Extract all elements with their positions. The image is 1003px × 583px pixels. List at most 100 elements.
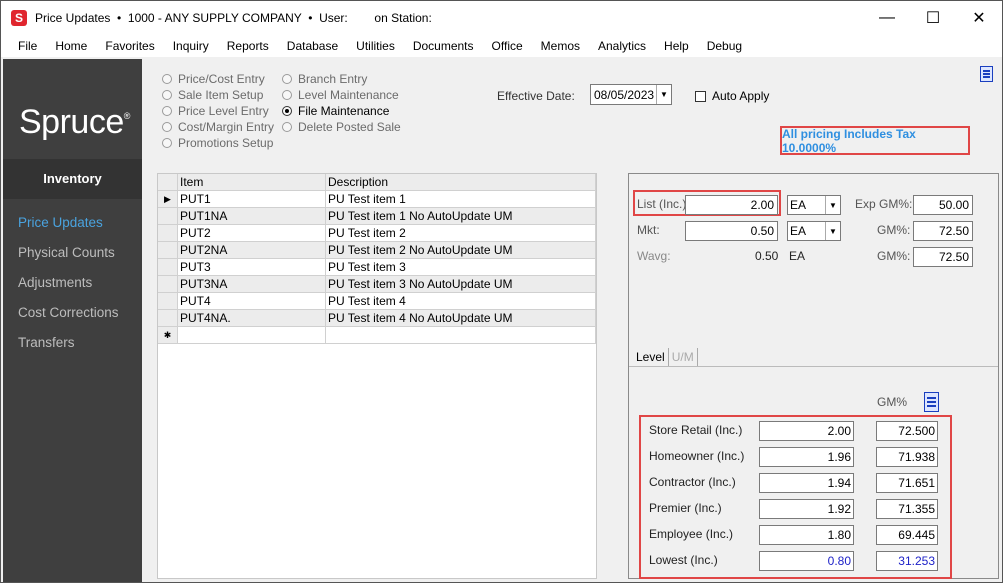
- table-row[interactable]: PUT4NA. PU Test item 4 No AutoUpdate UM: [158, 310, 596, 327]
- chevron-down-icon[interactable]: ▼: [825, 222, 840, 240]
- auto-apply-label: Auto Apply: [712, 89, 770, 103]
- description-cell[interactable]: PU Test item 1 No AutoUpdate UM: [326, 208, 596, 225]
- menu-file[interactable]: File: [9, 39, 46, 53]
- level-price-premier[interactable]: 1.92: [759, 499, 854, 519]
- level-label-store-retail: Store Retail (Inc.): [649, 423, 743, 437]
- items-grid[interactable]: Item Description ▶ PUT1 PU Test item 1 P…: [157, 173, 597, 579]
- row-header-cell: [158, 242, 178, 259]
- window-title: Price Updates • 1000 - ANY SUPPLY COMPAN…: [35, 11, 432, 25]
- column-header-item[interactable]: Item: [178, 174, 326, 191]
- options-menu-icon[interactable]: [980, 66, 993, 82]
- item-cell[interactable]: PUT4: [178, 293, 326, 310]
- radio-sale-item-setup[interactable]: Sale Item Setup: [162, 88, 263, 102]
- radio-price-level-entry[interactable]: Price Level Entry: [162, 104, 269, 118]
- level-gm-premier[interactable]: 71.355: [876, 499, 938, 519]
- level-price-lowest[interactable]: 0.80: [759, 551, 854, 571]
- description-cell[interactable]: PU Test item 2 No AutoUpdate UM: [326, 242, 596, 259]
- maximize-button[interactable]: ☐: [910, 1, 956, 35]
- table-row[interactable]: PUT4 PU Test item 4: [158, 293, 596, 310]
- menu-reports[interactable]: Reports: [218, 39, 278, 53]
- mkt-price-input[interactable]: 0.50: [685, 221, 778, 241]
- radio-circle: [162, 122, 172, 132]
- item-cell[interactable]: PUT2NA: [178, 242, 326, 259]
- menu-debug[interactable]: Debug: [698, 39, 751, 53]
- radio-circle: [282, 74, 292, 84]
- chevron-down-icon[interactable]: ▼: [656, 85, 671, 104]
- item-cell[interactable]: [178, 327, 326, 344]
- level-price-employee[interactable]: 1.80: [759, 525, 854, 545]
- menu-documents[interactable]: Documents: [404, 39, 483, 53]
- registered-mark: ®: [123, 111, 131, 121]
- level-gm-lowest[interactable]: 31.253: [876, 551, 938, 571]
- level-price-store-retail[interactable]: 2.00: [759, 421, 854, 441]
- level-price-homeowner[interactable]: 1.96: [759, 447, 854, 467]
- list-price-input[interactable]: 2.00: [685, 195, 778, 215]
- level-gm-employee[interactable]: 69.445: [876, 525, 938, 545]
- tax-note: All pricing Includes Tax 10.0000%: [780, 126, 970, 155]
- sidebar-section-inventory[interactable]: Inventory: [3, 159, 142, 199]
- row-header-cell: [158, 225, 178, 242]
- gm-options-menu-icon[interactable]: [924, 392, 939, 412]
- list-uom-select[interactable]: EA ▼: [787, 195, 841, 215]
- menu-database[interactable]: Database: [278, 39, 347, 53]
- menu-home[interactable]: Home: [46, 39, 96, 53]
- tab-level[interactable]: Level: [633, 348, 669, 366]
- new-row[interactable]: ✱: [158, 327, 596, 344]
- column-header-description[interactable]: Description: [326, 174, 596, 191]
- exp-gm-input[interactable]: 50.00: [913, 195, 973, 215]
- description-cell[interactable]: PU Test item 3: [326, 259, 596, 276]
- sidebar-item-cost-corrections[interactable]: Cost Corrections: [18, 305, 119, 320]
- item-cell[interactable]: PUT1NA: [178, 208, 326, 225]
- gm-input-2[interactable]: 72.50: [913, 247, 973, 267]
- table-row[interactable]: PUT1NA PU Test item 1 No AutoUpdate UM: [158, 208, 596, 225]
- menu-utilities[interactable]: Utilities: [347, 39, 404, 53]
- tab-um[interactable]: U/M: [669, 348, 698, 366]
- wavg-uom: EA: [789, 249, 806, 263]
- table-row[interactable]: PUT2 PU Test item 2: [158, 225, 596, 242]
- menu-favorites[interactable]: Favorites: [96, 39, 163, 53]
- level-gm-store-retail[interactable]: 72.500: [876, 421, 938, 441]
- item-cell[interactable]: PUT4NA.: [178, 310, 326, 327]
- gm-input[interactable]: 72.50: [913, 221, 973, 241]
- level-price-contractor[interactable]: 1.94: [759, 473, 854, 493]
- item-cell[interactable]: PUT3: [178, 259, 326, 276]
- menu-inquiry[interactable]: Inquiry: [164, 39, 218, 53]
- table-row[interactable]: PUT3NA PU Test item 3 No AutoUpdate UM: [158, 276, 596, 293]
- table-row[interactable]: ▶ PUT1 PU Test item 1: [158, 191, 596, 208]
- radio-branch-entry[interactable]: Branch Entry: [282, 72, 367, 86]
- radio-file-maintenance[interactable]: File Maintenance: [282, 104, 389, 118]
- description-cell[interactable]: [326, 327, 596, 344]
- description-cell[interactable]: PU Test item 4 No AutoUpdate UM: [326, 310, 596, 327]
- sidebar-item-adjustments[interactable]: Adjustments: [18, 275, 92, 290]
- chevron-down-icon[interactable]: ▼: [825, 196, 840, 214]
- item-cell[interactable]: PUT2: [178, 225, 326, 242]
- mkt-uom-value: EA: [790, 224, 807, 238]
- description-cell[interactable]: PU Test item 3 No AutoUpdate UM: [326, 276, 596, 293]
- menu-office[interactable]: Office: [483, 39, 532, 53]
- item-cell[interactable]: PUT1: [178, 191, 326, 208]
- radio-delete-posted-sale[interactable]: Delete Posted Sale: [282, 120, 401, 134]
- description-cell[interactable]: PU Test item 1: [326, 191, 596, 208]
- radio-promotions-setup[interactable]: Promotions Setup: [162, 136, 273, 150]
- auto-apply-checkbox[interactable]: Auto Apply: [695, 89, 769, 103]
- item-cell[interactable]: PUT3NA: [178, 276, 326, 293]
- menu-help[interactable]: Help: [655, 39, 698, 53]
- radio-price-cost-entry[interactable]: Price/Cost Entry: [162, 72, 265, 86]
- radio-level-maintenance[interactable]: Level Maintenance: [282, 88, 399, 102]
- table-row[interactable]: PUT2NA PU Test item 2 No AutoUpdate UM: [158, 242, 596, 259]
- menu-analytics[interactable]: Analytics: [589, 39, 655, 53]
- description-cell[interactable]: PU Test item 4: [326, 293, 596, 310]
- level-gm-homeowner[interactable]: 71.938: [876, 447, 938, 467]
- sidebar-item-price-updates[interactable]: Price Updates: [18, 215, 103, 230]
- sidebar-item-transfers[interactable]: Transfers: [18, 335, 75, 350]
- description-cell[interactable]: PU Test item 2: [326, 225, 596, 242]
- level-gm-contractor[interactable]: 71.651: [876, 473, 938, 493]
- effective-date-picker[interactable]: 08/05/2023 ▼: [590, 84, 672, 105]
- minimize-button[interactable]: —: [864, 1, 910, 35]
- radio-cost-margin-entry[interactable]: Cost/Margin Entry: [162, 120, 274, 134]
- close-button[interactable]: ✕: [956, 1, 1002, 35]
- sidebar-item-physical-counts[interactable]: Physical Counts: [18, 245, 115, 260]
- menu-memos[interactable]: Memos: [532, 39, 589, 53]
- table-row[interactable]: PUT3 PU Test item 3: [158, 259, 596, 276]
- mkt-uom-select[interactable]: EA ▼: [787, 221, 841, 241]
